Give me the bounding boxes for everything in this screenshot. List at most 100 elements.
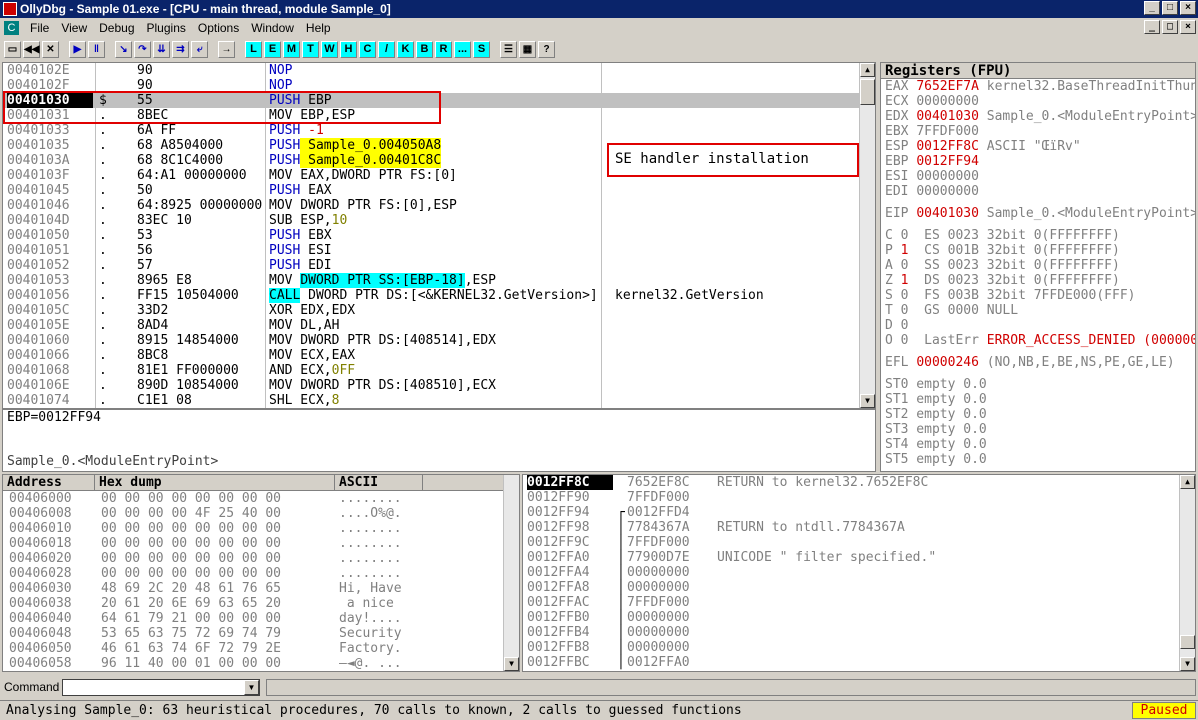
dump-row[interactable]: 00406040 64 61 79 21 00 00 00 00 day!.... (3, 611, 519, 626)
disassembly-row[interactable]: 0040103F. 64:A1 00000000 MOV EAX,DWORD PTR… (3, 168, 875, 183)
trace-into-icon[interactable]: ⇊ (153, 40, 170, 58)
scroll-thumb[interactable] (860, 79, 875, 105)
register-row[interactable]: EBX 7FFDF000 (881, 124, 1195, 139)
register-row[interactable]: EDI 00000000 (881, 184, 1195, 199)
toolbar-L[interactable]: L (245, 40, 262, 58)
dump-row[interactable]: 00406008 00 00 00 00 4F 25 40 00 ....O%@. (3, 506, 519, 521)
dump-row[interactable]: 00406030 48 69 2C 20 48 61 76 65 Hi, Have (3, 581, 519, 596)
disassembly-row[interactable]: 0040104D. 83EC 10 SUB ESP,10 (3, 213, 875, 228)
flag-row[interactable]: T 0 GS 0000 NULL (881, 303, 1195, 318)
menu-options[interactable]: Options (192, 18, 245, 38)
register-row[interactable]: EBP 0012FF94 (881, 154, 1195, 169)
stack-row[interactable]: 0012FF98 7784367A RETURN to ntdll.7784367A… (523, 520, 1195, 535)
disassembly-row[interactable]: 00401068. 81E1 FF000000 AND ECX,0FF (3, 363, 875, 378)
stack-row[interactable]: 0012FFB0 00000000 │ (523, 610, 1195, 625)
fpu-register[interactable]: ST5 empty 0.0 (881, 452, 1195, 467)
run-icon[interactable]: ▶ (69, 40, 86, 58)
toolbar-S[interactable]: S (473, 40, 490, 58)
toolbar-dots[interactable]: ... (454, 40, 471, 58)
stack-row[interactable]: 0012FF8C 7652EF8C RETURN to kernel32.7652E… (523, 475, 1195, 490)
fpu-register[interactable]: ST2 empty 0.0 (881, 407, 1195, 422)
stack-scroll-up-icon[interactable]: ▲ (1180, 475, 1195, 489)
toolbar-T[interactable]: T (302, 40, 319, 58)
disassembly-row[interactable]: 00401046. 64:8925 00000000 MOV DWORD PTR F… (3, 198, 875, 213)
stack-row[interactable]: 0012FF90 7FFDF000 (523, 490, 1195, 505)
command-input[interactable] (62, 679, 260, 696)
disassembly-row[interactable]: 0040102F 90 NOP (3, 78, 875, 93)
disassembly-row[interactable]: 0040105E. 8AD4 MOV DL,AH (3, 318, 875, 333)
menu-plugins[interactable]: Plugins (141, 18, 192, 38)
disassembly-row[interactable]: 00401051. 56 PUSH ESI (3, 243, 875, 258)
dump-row[interactable]: 00406048 53 65 63 75 72 69 74 79 Security (3, 626, 519, 641)
disassembly-row[interactable]: 00401066. 8BC8 MOV ECX,EAX (3, 348, 875, 363)
disassembly-row[interactable]: 00401050. 53 PUSH EBX (3, 228, 875, 243)
dump-header-hex[interactable]: Hex dump (95, 475, 335, 490)
mdi-close-button[interactable]: × (1180, 20, 1196, 34)
execute-till-return-icon[interactable]: ⤶ (191, 40, 208, 58)
disassembly-row[interactable]: 0040105C. 33D2 XOR EDX,EDX (3, 303, 875, 318)
scroll-down-icon[interactable]: ▼ (860, 394, 875, 408)
flag-row[interactable]: S 0 FS 003B 32bit 7FFDE000(FFF) (881, 288, 1195, 303)
close-icon[interactable]: ✕ (42, 40, 59, 58)
register-row[interactable]: EAX 7652EF7A kernel32.BaseThreadInitThun… (881, 79, 1195, 94)
stack-row[interactable]: 0012FF94 0012FFD4 ┌ (523, 505, 1195, 520)
dump-scrollbar[interactable]: ▼ (503, 475, 519, 671)
disassembly-row[interactable]: 00401074. C1E1 08 SHL ECX,8 (3, 393, 875, 408)
disassembly-row[interactable]: 00401031. 8BEC MOV EBP,ESP (3, 108, 875, 123)
menu-help[interactable]: Help (300, 18, 337, 38)
help-icon[interactable]: ? (538, 40, 555, 58)
step-over-icon[interactable]: ↷ (134, 40, 151, 58)
pause-icon[interactable]: ‖ (88, 40, 105, 58)
registers-pane[interactable]: Registers (FPU) EAX 7652EF7A kernel32.Ba… (880, 62, 1196, 472)
flag-row[interactable]: A 0 SS 0023 32bit 0(FFFFFFFF) (881, 258, 1195, 273)
toolbar-C[interactable]: C (359, 40, 376, 58)
goto-icon[interactable]: → (218, 40, 235, 58)
fpu-register[interactable]: ST0 empty 0.0 (881, 377, 1195, 392)
dump-row[interactable]: 00406010 00 00 00 00 00 00 00 00........ (3, 521, 519, 536)
disassembly-row[interactable]: 00401056. FF15 10504000 CALL DWORD PTR DS:… (3, 288, 875, 303)
register-row[interactable]: EIP 00401030 Sample_0.<ModuleEntryPoint> (881, 206, 1195, 221)
flag-row[interactable]: O 0 LastErr ERROR_ACCESS_DENIED (0000000… (881, 333, 1195, 348)
register-row[interactable]: ESP 0012FF8C ASCII "ŒïRv" (881, 139, 1195, 154)
cpu-window-icon[interactable]: C (4, 21, 19, 35)
toolbar-slash[interactable]: / (378, 40, 395, 58)
toolbar-B[interactable]: B (416, 40, 433, 58)
scroll-up-icon[interactable]: ▲ (860, 63, 875, 77)
mdi-restore-button[interactable]: □ (1162, 20, 1178, 34)
toolbar-E[interactable]: E (264, 40, 281, 58)
menu-file[interactable]: File (24, 18, 55, 38)
disassembly-row[interactable]: 00401052. 57 PUSH EDI (3, 258, 875, 273)
stack-row[interactable]: 0012FFA0 77900D7E UNICODE " filter specifi… (523, 550, 1195, 565)
stack-row[interactable]: 0012FFA4 00000000 │ (523, 565, 1195, 580)
disassembly-row[interactable]: 0040102E 90 NOP (3, 63, 875, 78)
menu-view[interactable]: View (55, 18, 93, 38)
list-icon[interactable]: ☰ (500, 40, 517, 58)
trace-over-icon[interactable]: ⇉ (172, 40, 189, 58)
minimize-button[interactable]: _ (1144, 1, 1160, 15)
stack-row[interactable]: 0012FFB8 00000000 │ (523, 640, 1195, 655)
toolbar-W[interactable]: W (321, 40, 338, 58)
menu-window[interactable]: Window (245, 18, 300, 38)
dump-row[interactable]: 00406050 46 61 63 74 6F 72 79 2E Factory. (3, 641, 519, 656)
disassembly-row[interactable]: 00401030 $55 PUSH EBP (3, 93, 875, 108)
close-button[interactable]: × (1180, 1, 1196, 15)
rewind-icon[interactable]: ◀◀ (23, 40, 40, 58)
register-row[interactable]: ESI 00000000 (881, 169, 1195, 184)
disassembly-pane[interactable]: 0040102E 90 NOP 0040102F 90 NOP 00401030 $55 PUS… (2, 62, 876, 409)
fpu-register[interactable]: ST1 empty 0.0 (881, 392, 1195, 407)
disassembly-row[interactable]: 00401033. 6A FF PUSH -1 (3, 123, 875, 138)
grid-icon[interactable]: ▦ (519, 40, 536, 58)
memory-dump-pane[interactable]: Address Hex dump ASCII 00406000 00 00 00 … (2, 474, 520, 672)
open-icon[interactable]: ▭ (4, 40, 21, 58)
stack-row[interactable]: 0012FFA8 00000000 │ (523, 580, 1195, 595)
register-row[interactable]: EDX 00401030 Sample_0.<ModuleEntryPoint> (881, 109, 1195, 124)
disassembly-scrollbar[interactable]: ▲ ▼ (859, 63, 875, 408)
toolbar-R[interactable]: R (435, 40, 452, 58)
dump-scroll-down-icon[interactable]: ▼ (504, 657, 519, 671)
mdi-minimize-button[interactable]: _ (1144, 20, 1160, 34)
stack-scrollbar[interactable]: ▲ ▼ (1179, 475, 1195, 671)
disassembly-row[interactable]: 00401045. 50 PUSH EAX (3, 183, 875, 198)
menu-debug[interactable]: Debug (93, 18, 140, 38)
toolbar-H[interactable]: H (340, 40, 357, 58)
disassembly-row[interactable]: 00401053. 8965 E8 MOV DWORD PTR SS:[EBP-18… (3, 273, 875, 288)
